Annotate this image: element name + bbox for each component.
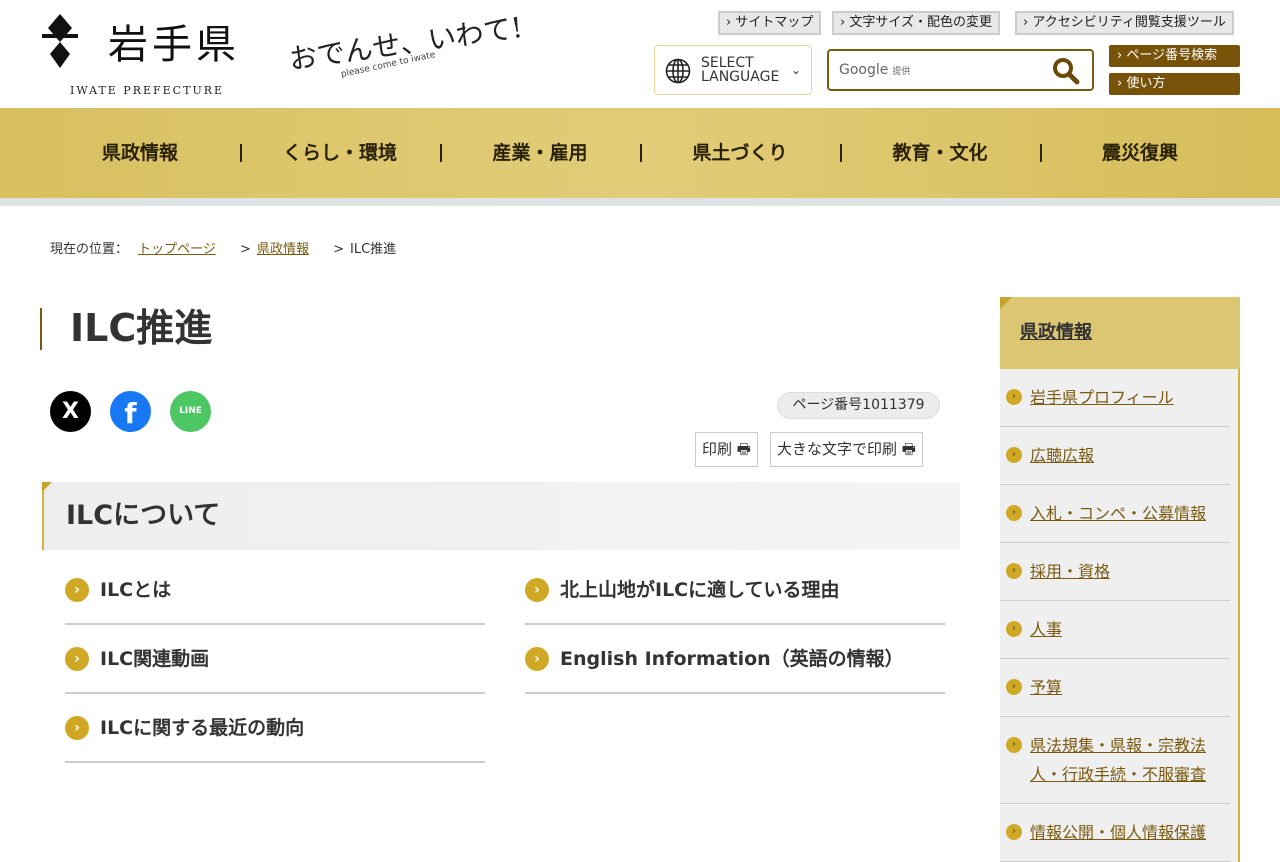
logo-subtitle: IWATE PREFECTURE xyxy=(70,84,225,97)
section-heading: ILCについて xyxy=(42,482,960,550)
nav-item[interactable]: 産業・雇用 xyxy=(440,108,640,198)
printer-icon: 🖶 xyxy=(736,440,751,458)
chevron-right-icon: › xyxy=(1006,679,1022,695)
sidebar-item[interactable]: › 入札・コンペ・公募情報 xyxy=(1000,485,1230,543)
list-item[interactable]: › ILC関連動画 xyxy=(65,629,485,694)
line-share-icon[interactable]: LINE xyxy=(170,391,211,432)
chevron-right-icon: › xyxy=(1006,621,1022,637)
x-share-icon[interactable]: X xyxy=(50,391,91,432)
printer-icon: 🖶 xyxy=(901,440,916,458)
chevron-down-icon: ⌄ xyxy=(791,63,802,77)
prefecture-emblem-icon xyxy=(42,14,78,68)
slogan: おでんせ、いわて! xyxy=(287,10,525,77)
sidebar-item[interactable]: › 岩手県プロフィール xyxy=(1000,369,1230,427)
chevron-right-icon: › xyxy=(1006,737,1022,753)
nav-item[interactable]: 県土づくり xyxy=(640,108,840,198)
chevron-right-icon: › xyxy=(525,647,549,671)
chevron-right-icon: › xyxy=(1006,563,1022,579)
list-item[interactable]: › 北上山地がILCに適している理由 xyxy=(525,560,945,625)
search-input[interactable]: Google 提供 xyxy=(827,49,1094,91)
sidebar-item[interactable]: › 予算 xyxy=(1000,659,1230,717)
nav-item[interactable]: 県政情報 xyxy=(40,108,240,198)
page-number-search-button[interactable]: › ページ番号検索 xyxy=(1109,45,1240,67)
page-title: ILC推進 xyxy=(40,308,212,350)
breadcrumb-link[interactable]: 県政情報 xyxy=(257,242,309,257)
nav-item[interactable]: 教育・文化 xyxy=(840,108,1040,198)
search-icon[interactable] xyxy=(1052,57,1080,85)
sidebar-item[interactable]: › 県法規集・県報・宗教法人・行政手続・不服審査 xyxy=(1000,717,1230,804)
list-item[interactable]: › ILCとは xyxy=(65,560,485,625)
sidebar: 県政情報 › 岩手県プロフィール › 広聴広報 › 入札・コンペ・公募情報 › 採用・資… xyxy=(1000,297,1240,862)
nav-item[interactable]: くらし・環境 xyxy=(240,108,440,198)
chevron-right-icon: › xyxy=(1006,447,1022,463)
chevron-right-icon: › xyxy=(65,578,89,602)
sidebar-item[interactable]: › 人事 xyxy=(1000,601,1230,659)
chevron-right-icon: › xyxy=(65,716,89,740)
facebook-share-icon[interactable]: f xyxy=(110,391,151,432)
nav-item[interactable]: 震災復興 xyxy=(1040,108,1240,198)
globe-icon xyxy=(665,58,691,84)
sitemap-link[interactable]: › サイトマップ xyxy=(718,11,822,35)
chevron-right-icon: › xyxy=(65,647,89,671)
chevron-right-icon: › xyxy=(1006,389,1022,405)
breadcrumb-current: ILC推進 xyxy=(350,242,397,257)
sidebar-item[interactable]: › 広聴広報 xyxy=(1000,427,1230,485)
divider xyxy=(0,198,1280,206)
chevron-right-icon: › xyxy=(525,578,549,602)
list-item[interactable]: › ILCに関する最近の動向 xyxy=(65,698,485,763)
header: 岩手県 IWATE PREFECTURE おでんせ、いわて! please co… xyxy=(0,0,1280,108)
chevron-right-icon: › xyxy=(1006,824,1022,840)
print-large-button[interactable]: 大きな文字で印刷 🖶 xyxy=(770,432,923,467)
accessibility-tool-link[interactable]: › アクセシビリティ閲覧支援ツール xyxy=(1015,11,1234,35)
global-nav: 県政情報 くらし・環境 産業・雇用 県土づくり 教育・文化 震災復興 xyxy=(0,108,1280,198)
how-to-use-button[interactable]: › 使い方 xyxy=(1109,73,1240,95)
page-number-badge: ページ番号1011379 xyxy=(777,392,940,419)
site-logo[interactable]: 岩手県 xyxy=(108,12,240,70)
sidebar-item[interactable]: › 採用・資格 xyxy=(1000,543,1230,601)
sidebar-item[interactable]: › 情報公開・個人情報保護 xyxy=(1000,804,1230,862)
chevron-right-icon: › xyxy=(1006,505,1022,521)
sidebar-title[interactable]: 県政情報 xyxy=(1000,297,1240,369)
text-size-color-link[interactable]: › 文字サイズ・配色の変更 xyxy=(832,11,1000,35)
list-item[interactable]: › English Information（英語の情報） xyxy=(525,629,945,694)
breadcrumb-link[interactable]: トップページ xyxy=(138,242,216,257)
print-button[interactable]: 印刷 🖶 xyxy=(695,432,758,467)
language-select[interactable]: SELECT LANGUAGE ⌄ xyxy=(654,45,812,95)
breadcrumb: 現在の位置： トップページ > 県政情報 > ILC推進 xyxy=(50,242,397,257)
